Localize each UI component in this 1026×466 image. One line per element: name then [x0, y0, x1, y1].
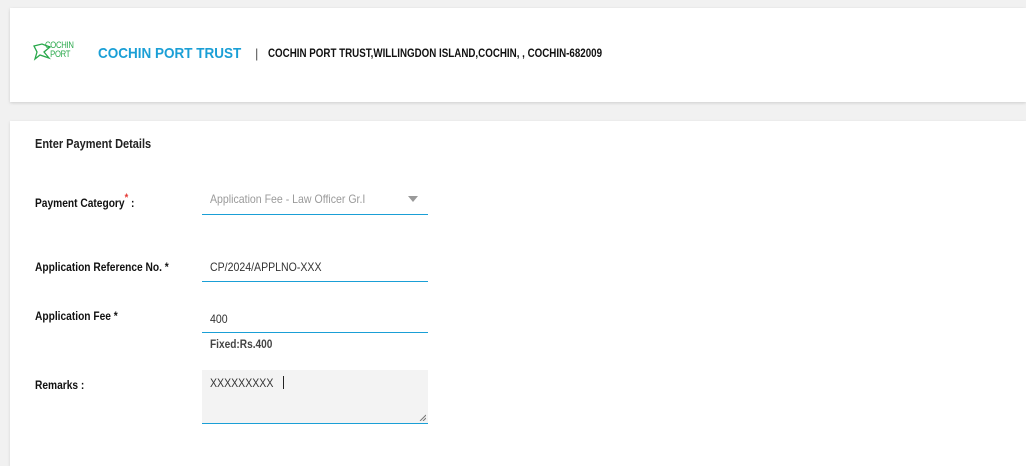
application-reference-input[interactable]: CP/2024/APPLNO-XXX	[202, 255, 428, 282]
application-fee-hint: Fixed:Rs.400	[210, 339, 273, 351]
payment-category-value: Application Fee - Law Officer Gr.I	[210, 192, 366, 206]
application-fee-value: 400	[210, 312, 228, 326]
brand-address: COCHIN PORT TRUST,WILLINGDON ISLAND,COCH…	[268, 48, 603, 60]
remarks-label: Remarks :	[35, 378, 85, 392]
payment-category-label-text: Payment Category	[35, 196, 125, 210]
payment-category-colon: :	[131, 196, 135, 210]
payment-category-label: Payment Category* :	[35, 192, 135, 210]
payment-form-card: Enter Payment Details Payment Category* …	[10, 121, 1026, 466]
text-cursor	[283, 376, 285, 389]
application-reference-label: Application Reference No. *	[35, 260, 169, 274]
application-fee-input[interactable]: 400	[202, 306, 428, 333]
required-mark: *	[124, 192, 129, 204]
application-reference-value: CP/2024/APPLNO-XXX	[210, 260, 322, 274]
header-bar: COCHIN PORT COCHIN PORT TRUST | COCHIN P…	[10, 8, 1026, 102]
cochin-port-logo-icon: COCHIN PORT	[32, 41, 82, 67]
remarks-textarea[interactable]: XXXXXXXXX	[202, 370, 428, 424]
application-fee-label: Application Fee *	[35, 309, 118, 323]
header-separator: |	[255, 46, 259, 61]
resize-handle-icon[interactable]	[419, 414, 426, 421]
section-title: Enter Payment Details	[35, 137, 152, 151]
remarks-value: XXXXXXXXX	[210, 376, 274, 390]
brand-name: COCHIN PORT TRUST	[98, 45, 242, 62]
payment-category-select[interactable]: Application Fee - Law Officer Gr.I	[202, 189, 428, 215]
logo-line2: PORT	[50, 49, 71, 59]
chevron-down-icon[interactable]	[408, 196, 418, 202]
